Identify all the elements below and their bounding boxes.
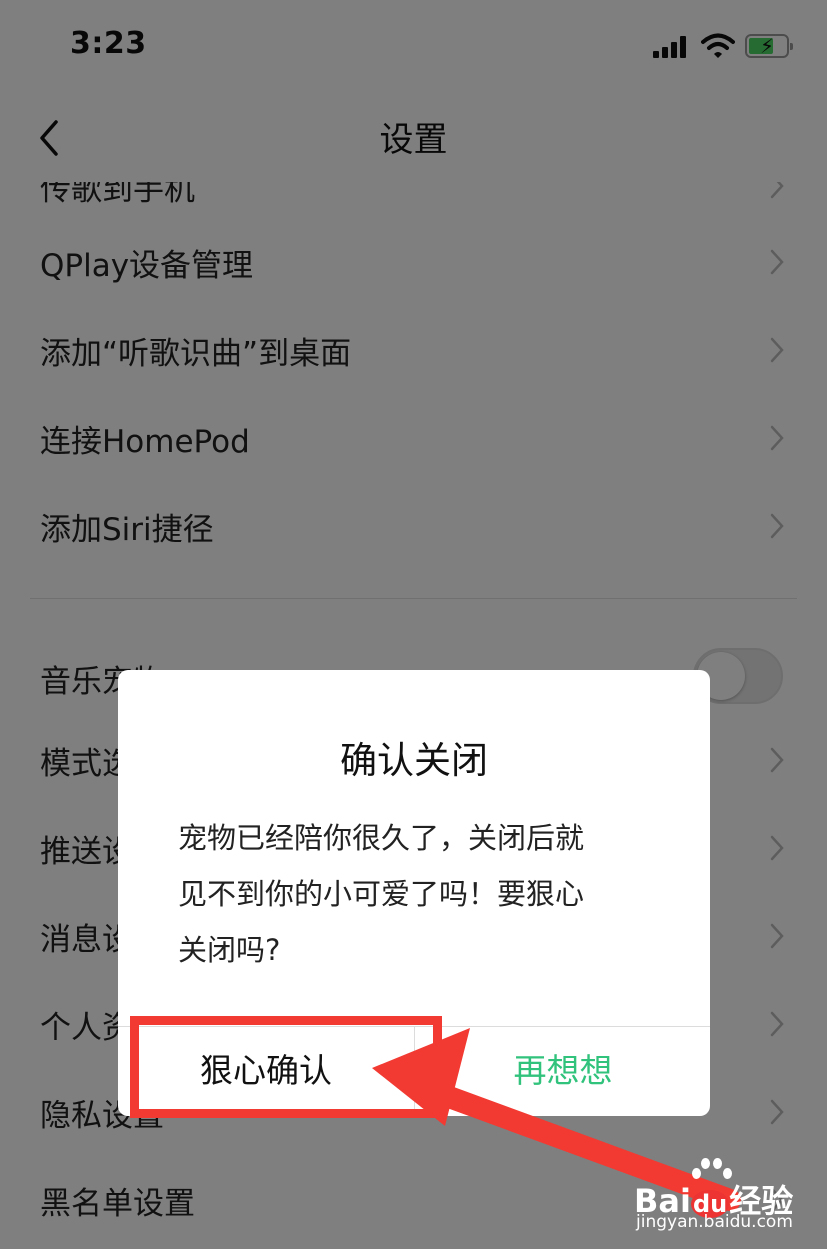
annotation-arrow-icon bbox=[372, 1028, 741, 1211]
watermark-url: jingyan.baidu.com bbox=[636, 1212, 793, 1232]
settings-screen: 3:23 ⚡ 设置 传歌到手机 设置 QPlay设备管理 bbox=[0, 0, 827, 1249]
baidu-jingyan-watermark: Baidu经验 jingyan.baidu.com bbox=[628, 1158, 793, 1238]
